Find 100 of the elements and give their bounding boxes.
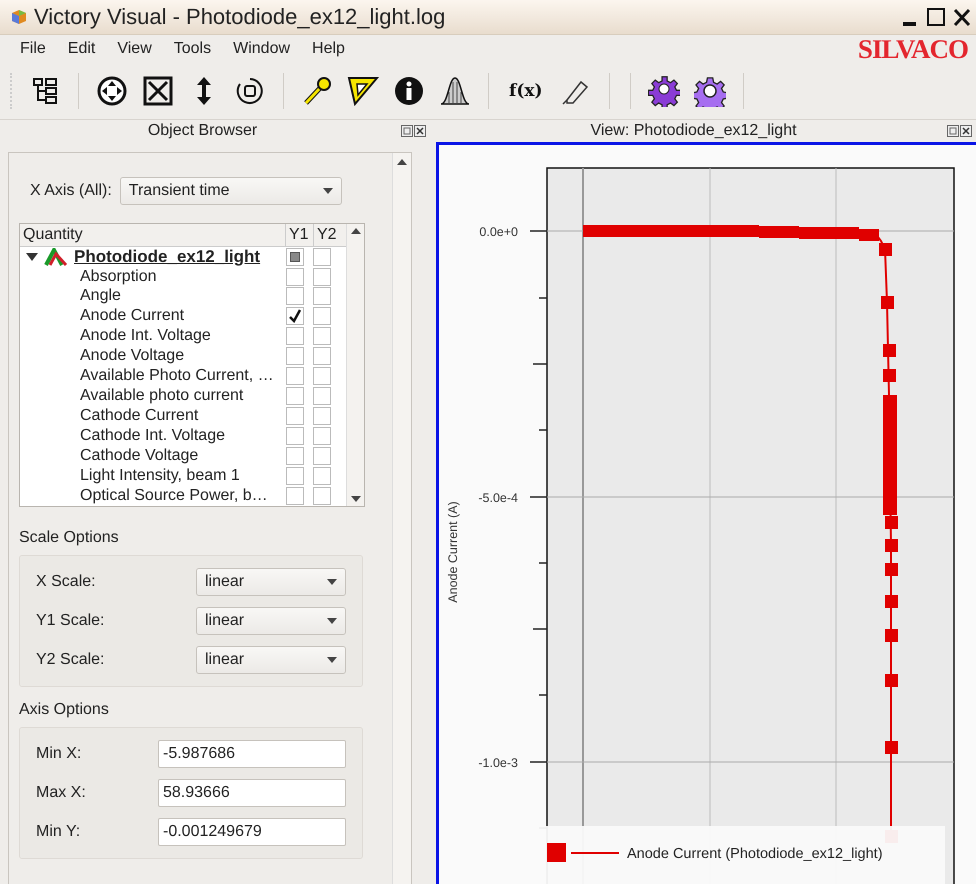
checkbox[interactable] [313, 268, 331, 286]
checkbox[interactable] [286, 407, 304, 426]
checkbox[interactable] [286, 367, 304, 386]
expand-arrow-icon[interactable] [26, 252, 38, 261]
close-icon[interactable] [960, 125, 972, 137]
function-button[interactable]: f(x) [505, 74, 547, 108]
menu-item[interactable]: File [20, 40, 46, 58]
legend-label: Anode Current (Photodiode_ex12_light) [627, 846, 883, 862]
menu-item[interactable]: Tools [174, 40, 212, 58]
x-axis-dropdown[interactable]: Transient time [120, 177, 342, 205]
quantity-name[interactable]: Absorption [80, 268, 156, 286]
quantity-name[interactable]: Anode Voltage [80, 347, 184, 366]
fit-icon[interactable] [141, 74, 175, 108]
tick-label: -5.0e-4 [478, 491, 518, 505]
input-field[interactable]: 58.93666 [158, 779, 346, 807]
menu-item[interactable]: Help [312, 40, 345, 58]
checkbox[interactable] [286, 287, 304, 306]
checkbox[interactable] [313, 248, 331, 266]
quantity-name[interactable]: Light Intensity, beam 1 [80, 467, 240, 486]
checkbox[interactable] [313, 287, 331, 306]
input-field[interactable]: -5.987686 [158, 740, 346, 768]
axis-tick [533, 628, 547, 630]
checkbox[interactable] [313, 307, 331, 326]
panel-title: Object Browser [146, 122, 258, 140]
move-icon[interactable] [95, 74, 129, 108]
quantity-name[interactable]: Anode Current [80, 307, 184, 326]
field-label: X Scale: [36, 573, 96, 591]
checkbox[interactable] [313, 347, 331, 366]
close-icon[interactable] [414, 125, 426, 137]
quantity-name[interactable]: Cathode Current [80, 407, 198, 426]
checkbox[interactable] [286, 347, 304, 366]
checkbox[interactable] [313, 447, 331, 466]
column-header[interactable]: Y1 [286, 224, 314, 246]
scrollbar[interactable] [392, 153, 411, 884]
checkbox[interactable] [313, 367, 331, 386]
axis-tick [539, 562, 547, 564]
menu-item[interactable]: Window [233, 40, 290, 58]
column-header[interactable]: Y2 [314, 224, 346, 246]
quantity-name[interactable]: Cathode Int. Voltage [80, 427, 225, 446]
checkbox[interactable] [313, 427, 331, 446]
settings-icon[interactable] [692, 74, 727, 108]
checkbox[interactable] [286, 467, 304, 486]
tick-label: -1.0e-3 [478, 756, 518, 770]
float-icon[interactable] [401, 125, 413, 137]
checkbox[interactable] [286, 447, 304, 466]
scrollbar[interactable] [346, 224, 364, 506]
axis-tick [533, 363, 547, 365]
gear-icon[interactable] [646, 74, 681, 108]
panel-title: View: Photodiode_ex12_light [589, 122, 798, 140]
scroll-up-icon[interactable] [350, 228, 360, 234]
scroll-up-icon[interactable] [397, 159, 407, 165]
ruler-icon[interactable] [346, 74, 380, 108]
axis-tick [539, 694, 547, 696]
checkbox[interactable] [313, 327, 331, 346]
checkbox[interactable] [286, 486, 304, 505]
checkbox[interactable] [313, 486, 331, 505]
scale-dropdown[interactable]: linear [196, 646, 346, 674]
quantity-name[interactable]: Available Photo Current, … [80, 367, 274, 386]
scale-dropdown[interactable]: linear [196, 568, 346, 596]
quantity-name[interactable]: Anode Int. Voltage [80, 327, 211, 346]
dropdown-caret-icon [327, 618, 337, 624]
checkbox[interactable] [286, 307, 304, 326]
menu-item[interactable]: View [117, 40, 152, 58]
info-icon[interactable] [392, 74, 426, 108]
field-label: Y1 Scale: [36, 612, 104, 630]
close-icon[interactable] [952, 6, 972, 28]
field-label: Max X: [36, 784, 86, 802]
dropdown-caret-icon [322, 188, 333, 194]
checkbox[interactable] [286, 427, 304, 446]
maximize-icon[interactable] [926, 6, 946, 28]
float-icon[interactable] [947, 125, 959, 137]
checkbox[interactable] [286, 248, 304, 266]
dropdown-caret-icon [327, 657, 337, 663]
scroll-down-icon[interactable] [350, 496, 360, 502]
section-title: Axis Options [19, 701, 110, 719]
column-header[interactable]: Quantity [20, 224, 286, 246]
scale-dropdown[interactable]: linear [196, 607, 346, 635]
quantity-name[interactable]: Available photo current [80, 387, 244, 406]
axis-tick [530, 230, 547, 232]
checkbox[interactable] [313, 407, 331, 426]
input-field[interactable]: -0.001249679 [158, 818, 346, 846]
quantity-name[interactable]: Angle [80, 287, 121, 306]
checkbox[interactable] [286, 268, 304, 286]
field-label: Min X: [36, 745, 82, 763]
checkbox[interactable] [313, 387, 331, 406]
checkbox[interactable] [286, 387, 304, 406]
app-icon [10, 8, 28, 26]
axis-tick [539, 429, 547, 431]
logo: SILVACO [858, 34, 968, 64]
axis-tick [530, 496, 547, 498]
quantity-name[interactable]: Optical Source Power, b… [80, 486, 268, 505]
checkbox[interactable] [286, 327, 304, 346]
checkbox[interactable] [313, 467, 331, 486]
menu-item[interactable]: Edit [68, 40, 96, 58]
dataset-name[interactable]: Photodiode_ex12_light [74, 246, 260, 267]
axis-title: Anode Current (A) [446, 501, 460, 603]
axis-tick [530, 761, 547, 763]
section-title: Scale Options [19, 529, 120, 547]
legend-marker-icon [547, 843, 619, 862]
quantity-name[interactable]: Cathode Voltage [80, 447, 198, 466]
